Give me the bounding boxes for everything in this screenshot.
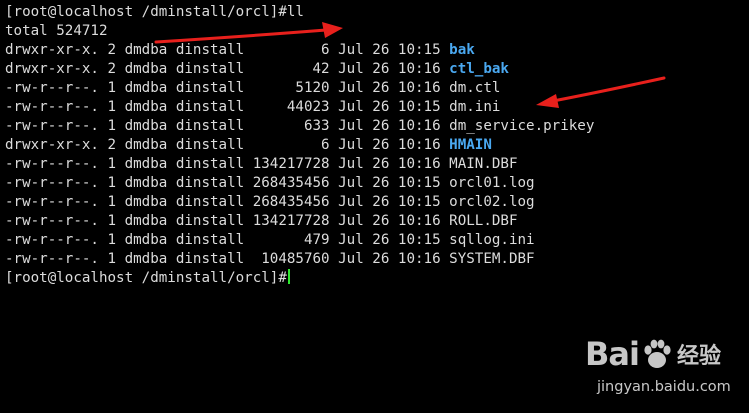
paw-icon: [644, 339, 671, 368]
watermark-brand-prefix: Bai: [585, 335, 640, 373]
watermark-url: jingyan.baidu.com: [597, 379, 731, 395]
watermark-brand-suffix: 经验: [676, 344, 721, 369]
arrow-to-command: [154, 22, 343, 44]
baidu-jingyan-watermark: Bai 经验 jingyan.baidu.com: [585, 327, 735, 405]
arrow-to-dm-ini: [536, 76, 666, 108]
